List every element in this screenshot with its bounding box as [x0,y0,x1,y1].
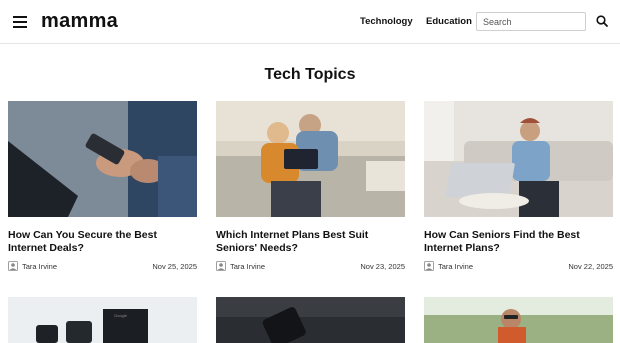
nav-technology[interactable]: Technology [360,16,413,27]
nav-education[interactable]: Education [426,16,472,27]
article-date: Nov 25, 2025 [152,262,197,271]
article-image[interactable] [424,297,613,343]
article-meta: Tara Irvine Nov 25, 2025 [8,261,197,273]
search-icon[interactable] [595,14,609,28]
search-input[interactable] [476,12,586,31]
article-image[interactable] [8,101,197,217]
article-image[interactable]: Google [8,297,197,343]
article-meta: Tara Irvine Nov 23, 2025 [216,261,405,273]
article-image[interactable] [424,101,613,217]
article-title[interactable]: Which Internet Plans Best Suit Seniors' … [216,229,396,254]
author-icon [8,261,18,271]
article-title[interactable]: How Can You Secure the Best Internet Dea… [8,229,188,254]
article-author[interactable]: Tara Irvine [438,262,473,271]
site-logo[interactable]: mamma [41,10,118,33]
article-meta: Tara Irvine Nov 22, 2025 [424,261,613,273]
article-date: Nov 22, 2025 [568,262,613,271]
article-author[interactable]: Tara Irvine [22,262,57,271]
section-title: Tech Topics [264,66,356,83]
author-icon [216,261,226,271]
article-author[interactable]: Tara Irvine [230,262,265,271]
hamburger-menu-icon[interactable] [13,16,27,28]
article-image[interactable] [216,297,405,343]
svg-text:Google: Google [114,313,128,318]
article-title[interactable]: How Can Seniors Find the Best Internet P… [424,229,604,254]
article-date: Nov 23, 2025 [360,262,405,271]
author-icon [424,261,434,271]
site-header: mamma Technology Education [0,0,620,44]
article-image[interactable] [216,101,405,217]
